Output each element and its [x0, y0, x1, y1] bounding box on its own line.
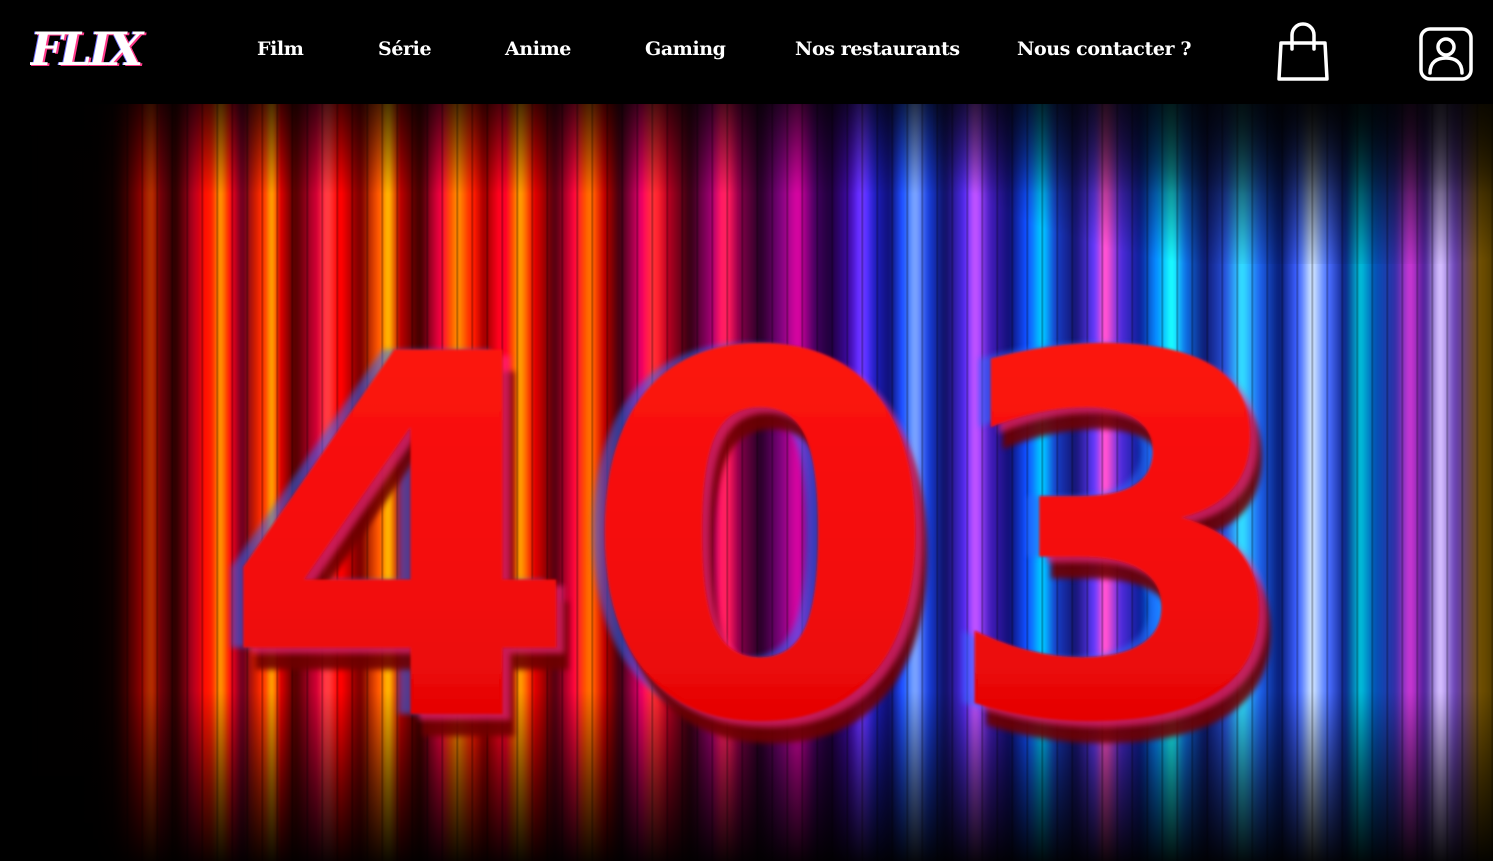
cart-button[interactable] — [1277, 22, 1329, 82]
nav-link-serie[interactable]: Série — [378, 36, 432, 62]
error-code-text: 403 — [220, 250, 1300, 832]
nav-link-restaurants[interactable]: Nos restaurants — [795, 36, 960, 62]
nav-link-gaming[interactable]: Gaming — [645, 36, 726, 62]
error-hero: 403 403 403 403 — [0, 104, 1493, 861]
user-account-icon — [1419, 27, 1473, 81]
logo: FLIX — [30, 22, 143, 76]
logo-link[interactable]: FLIX — [30, 22, 172, 76]
nav-link-contact[interactable]: Nous contacter ? — [1017, 36, 1192, 62]
top-right-vignette — [933, 104, 1493, 264]
site-header: FLIX Film Série Anime Gaming Nos restaur… — [0, 0, 1493, 104]
account-button[interactable] — [1419, 27, 1473, 81]
error-code-display: 403 403 403 403 — [160, 250, 1360, 854]
shopping-bag-icon — [1277, 22, 1329, 81]
nav-link-anime[interactable]: Anime — [505, 36, 571, 62]
nav-link-film[interactable]: Film — [257, 36, 304, 62]
